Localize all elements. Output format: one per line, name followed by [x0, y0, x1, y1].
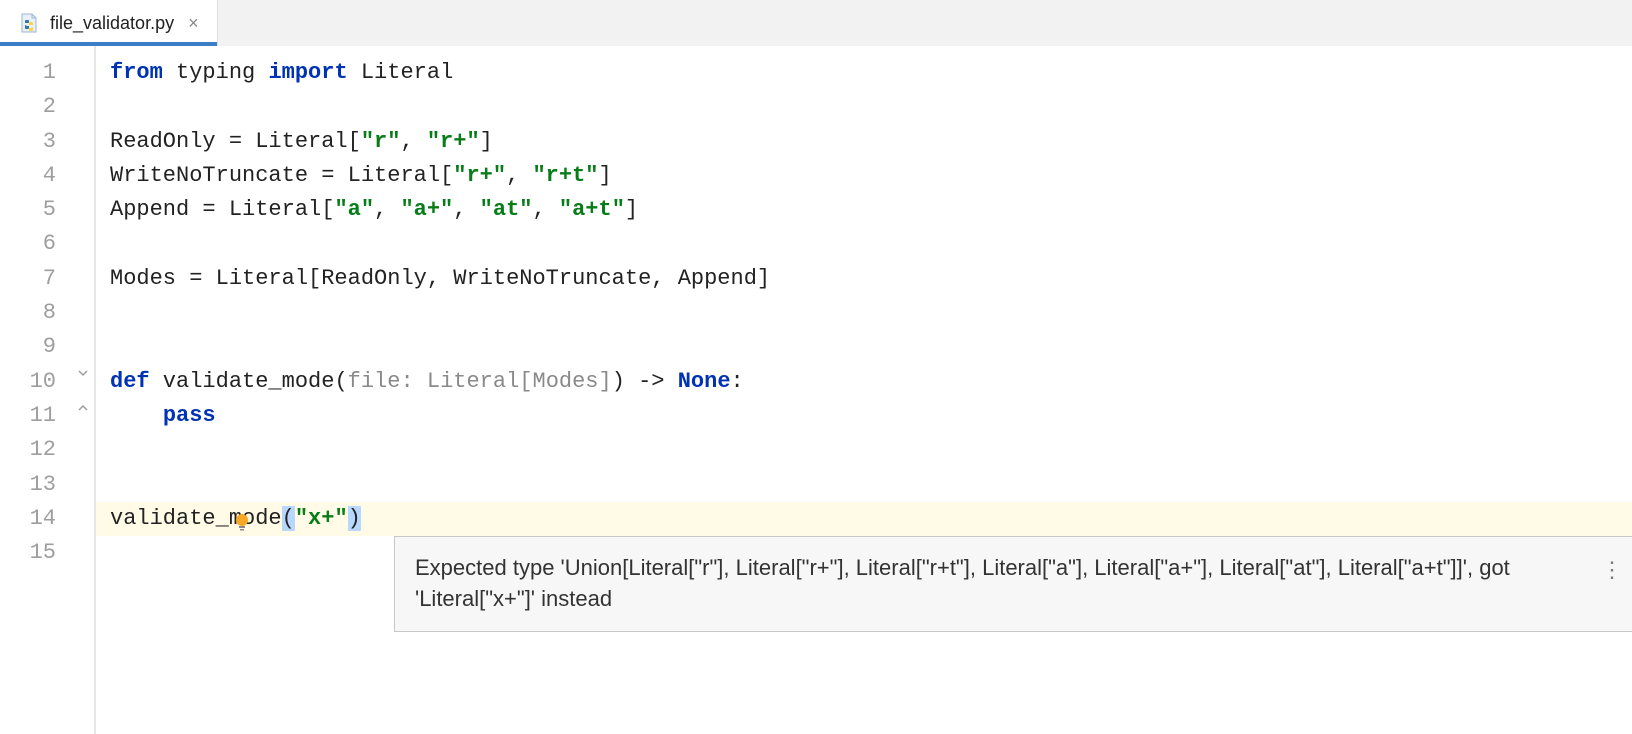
editor-tab[interactable]: file_validator.py ×	[0, 0, 218, 46]
line-number[interactable]: 6	[0, 227, 74, 261]
line-number-gutter[interactable]: 1 2 3 4 5 6 7 8 9 10 11 12 13 14 15	[0, 46, 74, 734]
line-number[interactable]: 13	[0, 468, 74, 502]
line-number[interactable]: 8	[0, 296, 74, 330]
line-number[interactable]: 1	[0, 56, 74, 90]
line-number[interactable]: 7	[0, 262, 74, 296]
line-number[interactable]: 12	[0, 433, 74, 467]
fold-toggle-icon[interactable]	[76, 366, 90, 380]
type-error-tooltip: Expected type 'Union[Literal["r"], Liter…	[394, 536, 1632, 632]
code-line: pass	[96, 399, 1632, 433]
code-line	[96, 227, 1632, 261]
line-number[interactable]: 2	[0, 90, 74, 124]
tooltip-message: Expected type 'Union[Literal["r"], Liter…	[415, 553, 1585, 615]
kebab-menu-icon[interactable]: ⋮	[1601, 553, 1623, 586]
line-number[interactable]: 10	[0, 365, 74, 399]
code-text-area[interactable]: from typing import Literal ReadOnly = Li…	[96, 46, 1632, 734]
code-line: ReadOnly = Literal["r", "r+"]	[96, 125, 1632, 159]
code-line: def validate_mode(file: Literal[Modes]) …	[96, 365, 1632, 399]
line-number[interactable]: 14	[0, 502, 74, 536]
editor-pane: 1 2 3 4 5 6 7 8 9 10 11 12 13 14 15 from…	[0, 46, 1632, 734]
line-number[interactable]: 11	[0, 399, 74, 433]
intention-bulb-icon[interactable]	[126, 476, 146, 496]
line-number[interactable]: 9	[0, 330, 74, 364]
fold-gutter	[74, 46, 96, 734]
code-line	[96, 468, 1632, 502]
tab-filename: file_validator.py	[50, 13, 174, 34]
close-icon[interactable]: ×	[184, 13, 203, 34]
code-line: Modes = Literal[ReadOnly, WriteNoTruncat…	[96, 262, 1632, 296]
line-number[interactable]: 3	[0, 125, 74, 159]
code-line-current: validate_mode("x+")	[96, 502, 1632, 536]
code-line	[96, 433, 1632, 467]
line-number[interactable]: 5	[0, 193, 74, 227]
code-line: WriteNoTruncate = Literal["r+", "r+t"]	[96, 159, 1632, 193]
line-number[interactable]: 15	[0, 536, 74, 570]
code-line: Append = Literal["a", "a+", "at", "a+t"]	[96, 193, 1632, 227]
python-file-icon	[18, 12, 40, 34]
fold-end-icon[interactable]	[76, 401, 90, 415]
tab-bar: file_validator.py ×	[0, 0, 1632, 46]
code-line	[96, 90, 1632, 124]
code-line	[96, 330, 1632, 364]
line-number[interactable]: 4	[0, 159, 74, 193]
code-line: from typing import Literal	[96, 56, 1632, 90]
code-line	[96, 296, 1632, 330]
